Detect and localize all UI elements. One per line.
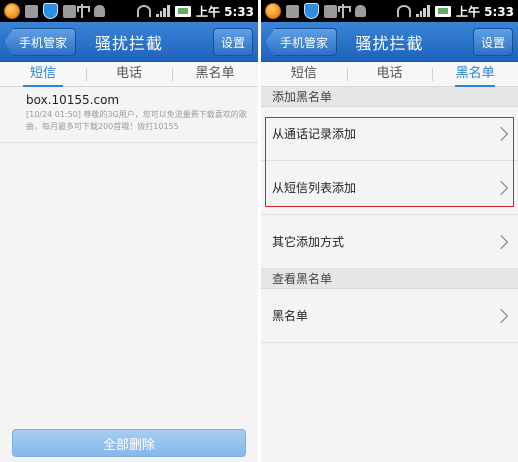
list-item[interactable]: box.10155.com [10/24 01:50] 尊敬的3G用户，您可以免… bbox=[0, 87, 258, 143]
message-sender: box.10155.com bbox=[26, 93, 120, 107]
shield-icon bbox=[304, 3, 319, 19]
right-screen: 上午 5:33 手机管家 骚扰拦截 设置 短信 电话 黑名单 添加黑名单 从通话… bbox=[261, 0, 518, 462]
notification-icon bbox=[63, 4, 76, 18]
tab-bar: 短信 电话 黑名单 bbox=[261, 62, 518, 87]
android-icon bbox=[94, 5, 105, 17]
android-icon bbox=[355, 5, 366, 17]
notification-icon bbox=[25, 4, 38, 18]
delete-all-button[interactable]: 全部删除 bbox=[12, 429, 246, 457]
status-bar: 上午 5:33 bbox=[261, 0, 518, 22]
settings-button[interactable]: 设置 bbox=[213, 28, 253, 56]
row-label: 从通话记录添加 bbox=[272, 127, 357, 141]
row-label: 黑名单 bbox=[272, 309, 309, 323]
section-header-add: 添加黑名单 bbox=[261, 87, 518, 107]
tab-blacklist[interactable]: 黑名单 bbox=[172, 62, 258, 87]
status-bar: 上午 5:33 bbox=[0, 0, 258, 22]
other-add-methods[interactable]: 其它添加方式 bbox=[261, 215, 518, 269]
section-header-view: 查看黑名单 bbox=[261, 269, 518, 289]
notification-icon bbox=[286, 4, 299, 18]
clock: 上午 5:33 bbox=[455, 4, 514, 19]
left-screen: 上午 5:33 手机管家 骚扰拦截 设置 短信 电话 黑名单 box.10155… bbox=[0, 0, 258, 462]
chevron-right-icon bbox=[493, 308, 509, 323]
message-preview: [10/24 01:50] 尊敬的3G用户，您可以免流量费下载喜欢的歌曲，每月最… bbox=[26, 110, 247, 131]
notification-icon bbox=[324, 4, 337, 18]
mail-icon bbox=[174, 5, 191, 17]
wifi-icon bbox=[396, 5, 411, 17]
back-button[interactable]: 手机管家 bbox=[265, 28, 338, 56]
add-from-call-log[interactable]: 从通话记录添加 bbox=[261, 107, 518, 161]
clock: 上午 5:33 bbox=[195, 4, 254, 19]
wifi-icon bbox=[136, 5, 151, 17]
tab-calls[interactable]: 电话 bbox=[86, 62, 172, 87]
title-bar: 手机管家 骚扰拦截 设置 bbox=[261, 22, 518, 62]
mail-icon bbox=[434, 5, 451, 17]
chevron-right-icon bbox=[493, 126, 509, 141]
tab-blacklist[interactable]: 黑名单 bbox=[432, 62, 518, 87]
signal-icon bbox=[155, 5, 170, 17]
back-button[interactable]: 手机管家 bbox=[4, 28, 77, 56]
add-from-sms-list[interactable]: 从短信列表添加 bbox=[261, 161, 518, 215]
row-label: 从短信列表添加 bbox=[272, 181, 357, 195]
notification-app-icon bbox=[4, 3, 20, 19]
tab-bar: 短信 电话 黑名单 bbox=[0, 62, 258, 87]
row-label: 其它添加方式 bbox=[272, 235, 345, 249]
chevron-right-icon bbox=[493, 180, 509, 195]
usb-icon bbox=[338, 4, 351, 18]
page-title: 骚扰拦截 bbox=[94, 33, 163, 53]
view-blacklist[interactable]: 黑名单 bbox=[261, 289, 518, 343]
tab-sms[interactable]: 短信 bbox=[261, 62, 347, 87]
settings-button[interactable]: 设置 bbox=[473, 28, 513, 56]
usb-icon bbox=[77, 4, 90, 18]
tab-calls[interactable]: 电话 bbox=[346, 62, 433, 87]
chevron-right-icon bbox=[493, 234, 509, 249]
page-title: 骚扰拦截 bbox=[355, 33, 424, 53]
signal-icon bbox=[415, 5, 430, 17]
notification-app-icon bbox=[265, 3, 281, 19]
shield-icon bbox=[43, 3, 58, 19]
tab-sms[interactable]: 短信 bbox=[0, 62, 86, 87]
title-bar: 手机管家 骚扰拦截 设置 bbox=[0, 22, 258, 62]
